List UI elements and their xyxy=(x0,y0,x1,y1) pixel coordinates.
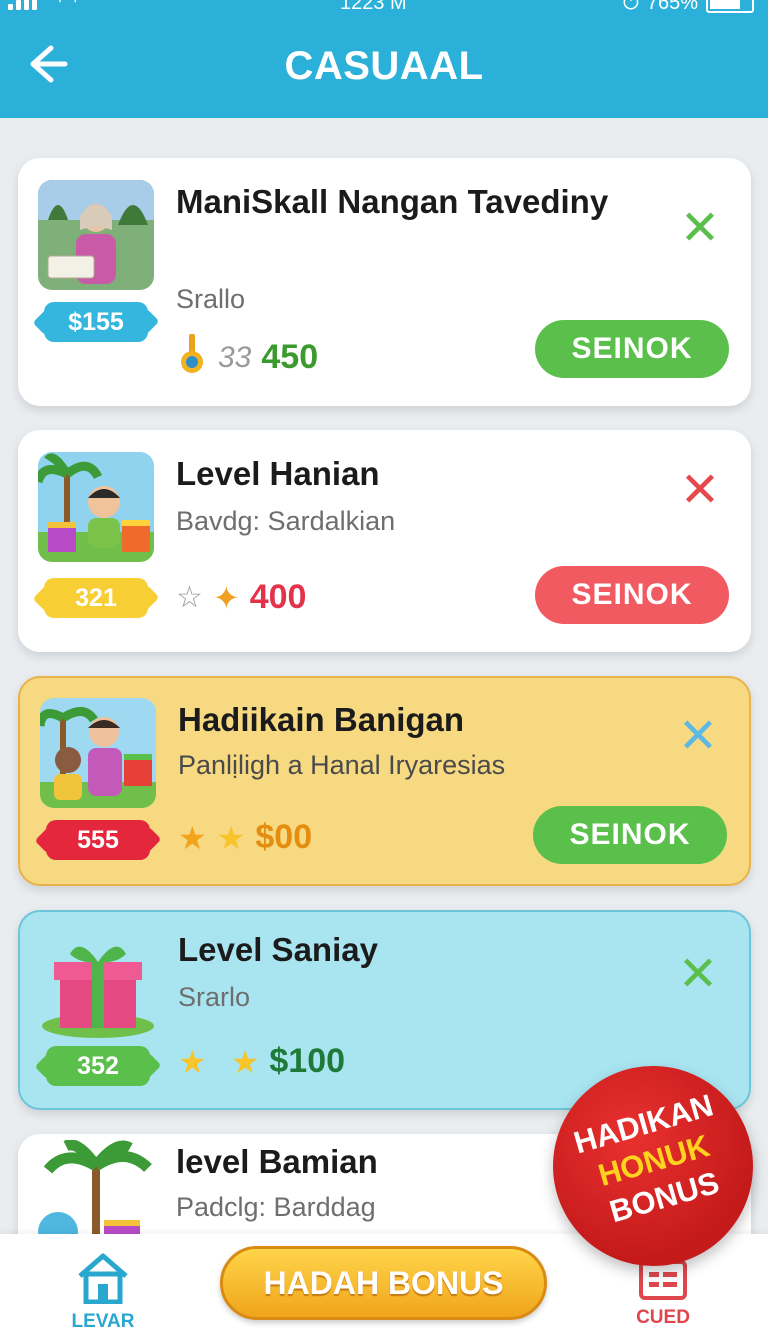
star-icon: ★ xyxy=(216,819,246,856)
reward-amount: $100 xyxy=(269,1042,346,1080)
card-subtitle: Panlịligh a Hanal Iryaresias xyxy=(178,750,506,780)
level-card[interactable]: Hadiikain Banigan Panlịligh a Hanal Irya… xyxy=(18,676,751,886)
signal-icon xyxy=(8,0,37,10)
list-icon xyxy=(639,1260,687,1300)
kid-palm-gifts-icon xyxy=(38,452,154,562)
close-icon[interactable]: ✕ xyxy=(675,713,721,761)
flame-icon: ✦ xyxy=(212,579,240,616)
reward-row: ★ ★ $00 xyxy=(178,818,312,857)
reward-row: ★ ★ $100 xyxy=(178,1042,345,1081)
star-outline-icon: ☆ xyxy=(176,580,203,614)
card-title: Level Hanian xyxy=(176,455,380,492)
price-tag: 321 xyxy=(44,578,148,618)
close-icon[interactable]: ✕ xyxy=(677,467,723,515)
page-title: CASUAAL xyxy=(284,44,484,88)
nav-home-label: LEVAR xyxy=(71,1311,135,1332)
home-icon xyxy=(78,1253,128,1305)
hadah-bonus-button[interactable]: HADAH BONUS xyxy=(220,1246,547,1320)
nav-cued[interactable]: CUED xyxy=(620,1260,706,1329)
reward-old-value: 33 xyxy=(218,340,252,374)
nav-home[interactable]: LEVAR xyxy=(60,1252,146,1333)
card-subtitle: Srarlo xyxy=(178,982,251,1012)
level-card[interactable]: Level Hanian Bavdg: Sardalkian ✕ 321 ☆ ✦… xyxy=(18,430,751,652)
seinok-button[interactable]: SEINOK xyxy=(535,320,729,378)
reward-row: ☆ ✦ 400 xyxy=(176,578,306,617)
card-title: level Bamian xyxy=(176,1143,378,1180)
wifi-icon: ◠ xyxy=(58,0,78,13)
card-title: Level Saniay xyxy=(178,931,378,968)
key-icon xyxy=(176,334,208,381)
bonus-badge[interactable]: HADIKAN HONUK BONUS xyxy=(553,1066,753,1266)
reward-amount: 450 xyxy=(261,338,319,376)
star-icon: ★ xyxy=(230,1043,260,1080)
reward-amount: $00 xyxy=(255,818,313,856)
star-icon: ★ xyxy=(178,1043,207,1080)
reward-row: 33 450 xyxy=(176,334,318,381)
card-subtitle: Bavdg: Sardalkian xyxy=(176,506,396,536)
seinok-button[interactable]: SEINOK xyxy=(535,566,729,624)
gift-box-icon xyxy=(40,936,156,1046)
card-subtitle: Padclg: Barddag xyxy=(176,1192,376,1222)
price-tag: 352 xyxy=(46,1046,150,1086)
close-icon[interactable]: ✕ xyxy=(675,951,721,999)
battery-percent: 765% xyxy=(646,0,698,14)
close-icon[interactable]: ✕ xyxy=(677,205,723,253)
card-subtitle: Srallo xyxy=(176,284,246,314)
alarm-icon: ⏻ xyxy=(623,0,639,14)
battery-icon xyxy=(706,0,754,13)
app-header: CASUAAL xyxy=(0,14,768,118)
nav-cued-label: CUED xyxy=(636,1307,690,1328)
person-photo-icon xyxy=(38,180,154,290)
level-card[interactable]: ManiSkall Nangan Tavediny Srallo ✕ $155 … xyxy=(18,158,751,406)
card-title: Hadiikain Banigan xyxy=(178,701,465,738)
card-title: ManiSkall Nangan Tavediny xyxy=(176,183,609,220)
price-tag: $155 xyxy=(44,302,148,342)
kids-palm-gifts-icon xyxy=(40,698,156,808)
status-bar: ◠ 1223 M ⏻ 765% xyxy=(0,0,768,14)
price-tag: 555 xyxy=(46,820,150,860)
reward-amount: 400 xyxy=(249,578,307,616)
seinok-button[interactable]: SEINOK xyxy=(533,806,727,864)
star-icon: ★ xyxy=(178,819,207,856)
status-time: 1223 M xyxy=(340,0,407,14)
